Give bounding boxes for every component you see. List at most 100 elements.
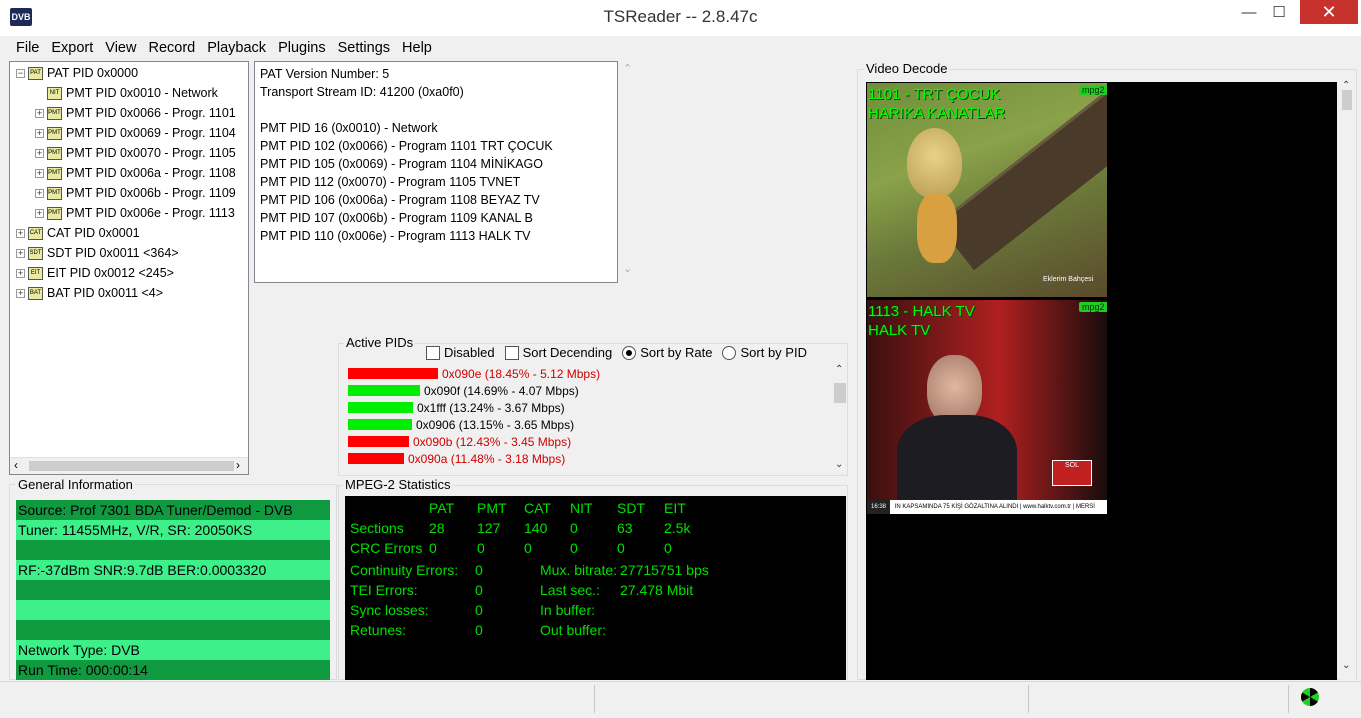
collapse-icon[interactable]: − xyxy=(16,68,25,78)
checkbox-disabled[interactable]: Disabled xyxy=(426,345,495,360)
scroll-left-icon[interactable]: ‹ xyxy=(14,458,18,472)
tree-node[interactable]: + PMT PMT PID 0x006a - Progr. 1108 xyxy=(10,163,248,183)
pid-row[interactable]: 0x090f (14.69% - 4.07 Mbps) xyxy=(346,382,832,399)
pat-details-panel[interactable]: PAT Version Number: 5 Transport Stream ID… xyxy=(254,61,618,283)
maximize-button[interactable]: ☐ xyxy=(1256,0,1302,28)
tree-node[interactable]: + PMT PMT PID 0x006b - Progr. 1109 xyxy=(10,183,248,203)
scroll-down-icon[interactable]: ⌄ xyxy=(1342,660,1350,671)
menu-bar: File Export View Record Playback Plugins Setti… xyxy=(0,37,1361,60)
tree-node-label: EIT PID 0x0012 <245> xyxy=(47,266,174,280)
codec-badge: mpg2 xyxy=(1079,85,1107,95)
expand-icon[interactable]: + xyxy=(35,208,44,218)
details-scrollbar[interactable]: ⌃ ⌄ xyxy=(622,62,636,282)
pid-rate-label: 0x090e (18.45% - 5.12 Mbps) xyxy=(442,366,601,381)
menu-view[interactable]: View xyxy=(99,37,142,60)
pid-row[interactable]: 0x090a (11.48% - 3.18 Mbps) xyxy=(346,450,832,467)
scroll-down-icon[interactable]: ⌄ xyxy=(623,262,632,275)
tree-node-label: PMT PID 0x0010 - Network xyxy=(66,86,218,100)
tree-node[interactable]: + CAT CAT PID 0x0001 xyxy=(10,223,248,243)
expand-icon[interactable]: + xyxy=(35,128,44,138)
tree-node[interactable]: + PMT PMT PID 0x0069 - Progr. 1104 xyxy=(10,123,248,143)
close-button[interactable]: ✕ xyxy=(1300,0,1358,24)
scroll-up-icon[interactable]: ⌃ xyxy=(623,62,632,75)
menu-file[interactable]: File xyxy=(10,37,45,60)
menu-settings[interactable]: Settings xyxy=(332,37,396,60)
tree-node[interactable]: + SDT SDT PID 0x0011 <364> xyxy=(10,243,248,263)
scroll-thumb[interactable] xyxy=(834,383,846,403)
scroll-thumb[interactable] xyxy=(29,461,234,471)
crc-errors-value: 0 xyxy=(524,540,532,556)
expand-icon[interactable]: + xyxy=(35,148,44,158)
scroll-up-icon[interactable]: ⌃ xyxy=(835,364,843,375)
pid-tree-panel[interactable]: − PAT PAT PID 0x0000 NIT PMT PID 0x0010 - Ne… xyxy=(9,61,249,475)
details-line xyxy=(260,101,612,119)
general-info-row xyxy=(16,600,330,620)
radio-sort-by-rate[interactable]: Sort by Rate xyxy=(622,345,712,360)
tree-node[interactable]: NIT PMT PID 0x0010 - Network xyxy=(10,83,248,103)
crc-errors-value: 0 xyxy=(664,540,672,556)
expand-icon[interactable]: + xyxy=(35,108,44,118)
stats-column-header: EIT xyxy=(664,500,686,516)
pid-row[interactable]: 0x1fff (13.24% - 3.67 Mbps) xyxy=(346,399,832,416)
menu-playback[interactable]: Playback xyxy=(201,37,272,60)
radio-sort-by-pid[interactable]: Sort by PID xyxy=(722,345,807,360)
tree-node[interactable]: − PAT PAT PID 0x0000 xyxy=(10,63,248,83)
expand-icon[interactable]: + xyxy=(16,288,25,298)
option-label: Sort by Rate xyxy=(640,345,713,360)
pid-row[interactable]: 0x0906 (13.15% - 3.65 Mbps) xyxy=(346,416,832,433)
general-info-row: Source: Prof 7301 BDA Tuner/Demod - DVB xyxy=(16,500,330,520)
tree-node[interactable]: + PMT PMT PID 0x0070 - Progr. 1105 xyxy=(10,143,248,163)
scroll-down-icon[interactable]: ⌄ xyxy=(835,459,843,470)
general-info-row xyxy=(16,580,330,600)
video-scrollbar[interactable]: ⌃ ⌄ xyxy=(1339,80,1355,680)
tree-node[interactable]: + PMT PMT PID 0x0066 - Progr. 1101 xyxy=(10,103,248,123)
details-line: PMT PID 105 (0x0069) - Program 1104 MİNİ… xyxy=(260,157,543,171)
expand-icon[interactable]: + xyxy=(16,268,25,278)
tree-horizontal-scrollbar[interactable]: ‹ › xyxy=(10,457,248,474)
general-info-row xyxy=(16,540,330,560)
expand-icon[interactable]: + xyxy=(35,188,44,198)
checkbox-sort-decending[interactable]: Sort Decending xyxy=(504,345,612,360)
general-info-row xyxy=(16,620,330,640)
status-divider xyxy=(1028,685,1029,713)
table-icon: CAT xyxy=(28,226,43,240)
retunes-label: Retunes: xyxy=(350,622,407,638)
tree-node[interactable]: + BAT BAT PID 0x0011 <4> xyxy=(10,283,248,303)
tree-node[interactable]: + EIT EIT PID 0x0012 <245> xyxy=(10,263,248,283)
radio-button-icon[interactable] xyxy=(722,345,737,360)
radio-button-icon[interactable] xyxy=(622,345,637,360)
sections-value: 63 xyxy=(617,520,633,536)
pid-row[interactable]: 0x090b (12.43% - 3.45 Mbps) xyxy=(346,433,832,450)
video-thumbnail-halk-tv[interactable]: SOL 1113 - HALK TV HALK TV mpg2 16:38 IN… xyxy=(867,300,1107,514)
checkbox-icon[interactable] xyxy=(504,345,519,360)
codec-badge: mpg2 xyxy=(1079,302,1107,312)
expand-icon[interactable]: + xyxy=(16,228,25,238)
video-area[interactable]: 1101 - TRT ÇOCUK HARIKA KANATLAR mpg2 Ek… xyxy=(866,82,1337,680)
last-sec-label: Last sec.: xyxy=(540,582,600,598)
sol-logo: SOL xyxy=(1052,460,1092,486)
checkbox-icon[interactable] xyxy=(426,345,440,360)
video-thumbnail-trt-cocuk[interactable]: 1101 - TRT ÇOCUK HARIKA KANATLAR mpg2 Ek… xyxy=(867,83,1107,297)
active-pids-list[interactable]: 0x090e (18.45% - 5.12 Mbps) 0x090f (14.69… xyxy=(346,365,832,469)
stream-caption-1: 1113 - HALK TV xyxy=(868,303,975,320)
pid-rate-bar xyxy=(348,368,438,379)
scroll-right-icon[interactable]: › xyxy=(236,458,240,472)
pid-row[interactable]: 0x090e (18.45% - 5.12 Mbps) xyxy=(346,365,832,382)
menu-record[interactable]: Record xyxy=(142,37,201,60)
active-pids-scrollbar[interactable]: ⌃ ⌄ xyxy=(833,364,847,471)
stream-caption-2: HARIKA KANATLAR xyxy=(868,105,1006,122)
expand-icon[interactable]: + xyxy=(35,168,44,178)
scroll-thumb[interactable] xyxy=(1342,90,1352,110)
expand-icon[interactable]: + xyxy=(16,248,25,258)
details-line: PMT PID 112 (0x0070) - Program 1105 TVNE… xyxy=(260,175,521,189)
details-line: PMT PID 102 (0x0066) - Program 1101 TRT … xyxy=(260,139,553,153)
ticker-clock: 16:38 xyxy=(867,500,891,514)
menu-help[interactable]: Help xyxy=(396,37,438,60)
status-bar xyxy=(0,681,1361,718)
tree-node[interactable]: + PMT PMT PID 0x006e - Progr. 1113 xyxy=(10,203,248,223)
table-icon: PMT xyxy=(47,126,62,140)
general-info-row: RF:-37dBm SNR:9.7dB BER:0.0003320 xyxy=(16,560,330,580)
menu-plugins[interactable]: Plugins xyxy=(272,37,332,60)
crc-errors-value: 0 xyxy=(617,540,625,556)
menu-export[interactable]: Export xyxy=(45,37,99,60)
